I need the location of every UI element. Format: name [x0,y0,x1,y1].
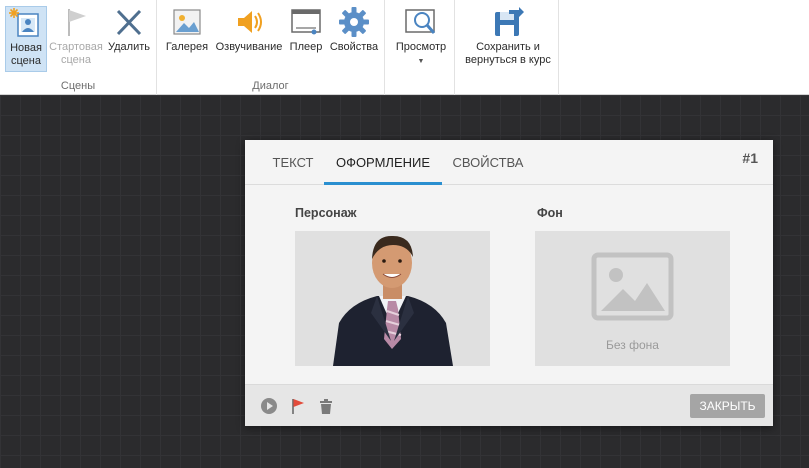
gallery-icon [173,9,201,35]
delete-button[interactable]: Удалить [106,6,152,54]
new-scene-icon [9,8,39,37]
trash-icon[interactable] [317,397,335,415]
background-panel[interactable]: Без фона [535,231,730,366]
group-title-scenes: Сцены [60,80,96,92]
voiceover-button[interactable]: Озвучивание [212,6,286,54]
gallery-label: Галерея [165,41,209,53]
dialog-group: Галерея Озвучивание Плеер Свойства Диало… [157,0,385,95]
new-scene-label-2: сцена [11,55,41,67]
preview-button[interactable]: Просмотр ▼ [391,6,451,68]
save-label-2: вернуться в курс [465,54,551,66]
start-scene-label-2: сцена [61,54,91,66]
delete-x-icon [116,9,142,36]
tab-design[interactable]: ОФОРМЛЕНИЕ [324,140,442,185]
character-panel[interactable] [295,231,490,366]
start-scene-label-1: Стартовая [49,41,103,53]
play-icon[interactable] [260,397,278,415]
start-scene-button[interactable]: Стартовая сцена [48,6,104,67]
preview-icon [405,9,436,34]
gear-icon [339,7,369,37]
player-icon [291,9,321,35]
preview-label: Просмотр [395,41,447,53]
tab-text[interactable]: ТЕКСТ [267,140,319,185]
flag-icon [68,9,86,36]
scene-number: #1 [742,150,758,166]
player-button[interactable]: Плеер [287,6,325,54]
new-scene-button[interactable]: Новая сцена [5,6,47,72]
scene-card: ТЕКСТ ОФОРМЛЕНИЕ СВОЙСТВА #1 Персонаж Фо… [245,140,773,426]
preview-group: Просмотр ▼ [385,0,455,95]
save-icon [495,7,524,36]
player-label: Плеер [289,41,323,53]
group-title-dialog: Диалог [252,80,289,92]
delete-label: Удалить [108,41,150,53]
save-and-return-button[interactable]: Сохранить и вернуться в курс [461,6,555,67]
scene-tabs: ТЕКСТ ОФОРМЛЕНИЕ СВОЙСТВА #1 [245,140,773,185]
tab-properties[interactable]: СВОЙСТВА [447,140,529,185]
save-label-1: Сохранить и [476,41,540,53]
properties-label: Свойства [329,41,379,53]
properties-button[interactable]: Свойства [327,6,381,54]
ribbon-toolbar: Новая сцена Стартовая сцена Удалить Сцен… [0,0,809,95]
scene-footer: ЗАКРЫТЬ [245,384,773,426]
start-flag-icon[interactable] [289,397,307,415]
background-label: Фон [537,206,563,220]
save-group: Сохранить и вернуться в курс [455,0,559,95]
new-scene-label-1: Новая [10,42,42,54]
no-background-text: Без фона [606,338,659,352]
character-label: Персонаж [295,206,357,220]
chevron-down-icon: ▼ [417,58,425,65]
close-button[interactable]: ЗАКРЫТЬ [690,394,765,418]
scenes-group: Новая сцена Стартовая сцена Удалить Сцен… [0,0,157,95]
speaker-icon [238,11,262,33]
character-image [333,235,453,366]
voiceover-label: Озвучивание [215,41,283,53]
gallery-button[interactable]: Галерея [163,6,211,54]
